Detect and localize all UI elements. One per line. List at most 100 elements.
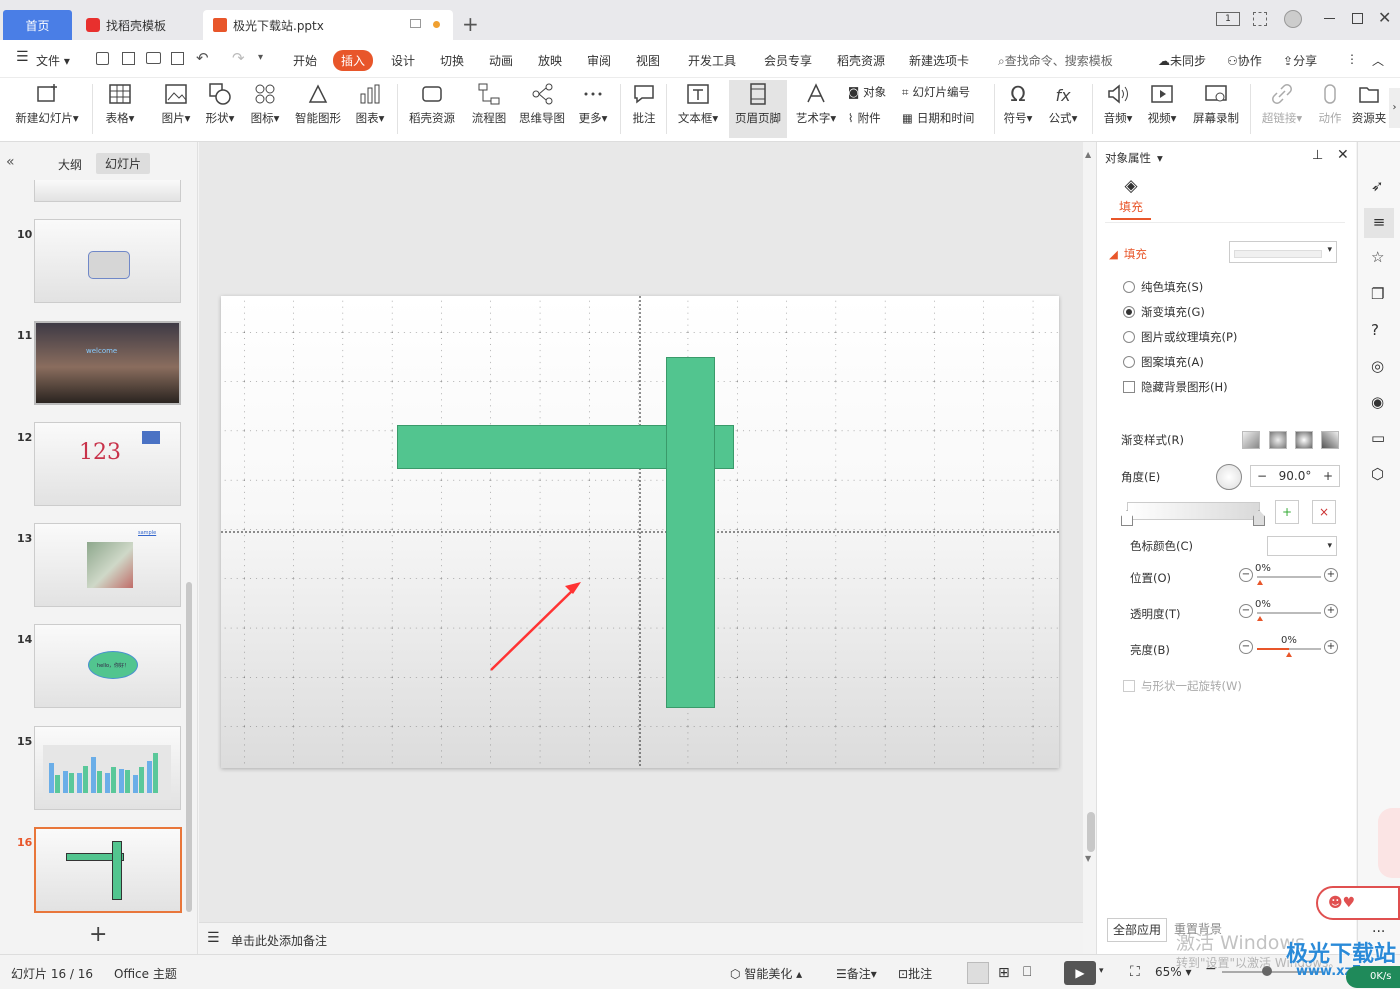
quick-access-dropdown[interactable]: ▾ <box>258 52 263 63</box>
slide-canvas[interactable] <box>221 296 1059 768</box>
more-button[interactable]: 更多▾ <box>576 80 610 126</box>
picture-button[interactable]: 图片▾ <box>158 80 194 126</box>
new-slide-button[interactable]: 新建幻灯片▾ <box>12 80 82 126</box>
normal-view-button[interactable] <box>967 962 989 984</box>
notes-toggle[interactable]: ☰备注▾ <box>836 965 877 982</box>
search-box[interactable]: ⌕查找命令、搜索模板 <box>998 52 1113 69</box>
object-button[interactable]: ◙ 对象 <box>848 84 886 100</box>
header-footer-button[interactable]: 页眉页脚 <box>729 80 787 138</box>
sorter-view-icon[interactable]: ⊞ <box>998 965 1010 981</box>
docer-resource-button[interactable]: 稻壳资源 <box>406 80 458 126</box>
shape-button[interactable]: 形状▾ <box>202 80 238 126</box>
star-icon[interactable]: ☆ <box>1371 248 1384 266</box>
menu-insert[interactable]: 插入 <box>333 50 374 71</box>
monitor-icon[interactable] <box>410 19 421 28</box>
mindmap-button[interactable]: 思维导图 <box>517 80 567 126</box>
chart-button[interactable]: 图表▾ <box>352 80 388 126</box>
slide-thumb-11[interactable]: welcome <box>34 321 181 405</box>
copy-icon[interactable]: ❐ <box>1371 285 1384 303</box>
gradient-fill-radio[interactable]: 渐变填充(G) <box>1123 304 1205 320</box>
stop-color-dropdown[interactable]: ▾ <box>1267 536 1337 556</box>
flowchart-button[interactable]: 流程图 <box>470 80 508 126</box>
tab-outline[interactable]: 大纲 <box>58 156 82 173</box>
tab-file[interactable]: 极光下载站.pptx <box>203 10 453 40</box>
help-icon[interactable]: ? <box>1371 321 1379 339</box>
settings-sliders-icon[interactable]: ≡ <box>1364 208 1394 238</box>
attachment-button[interactable]: ⌇ 附件 <box>848 110 881 126</box>
compass-icon[interactable]: ◉ <box>1371 393 1384 411</box>
angle-dial[interactable] <box>1216 464 1242 490</box>
cube-icon[interactable]: ⬡ <box>1371 465 1384 483</box>
action-button[interactable]: 动作 <box>1314 80 1346 126</box>
fill-section-header[interactable]: ◢ 填充 <box>1109 246 1147 262</box>
sync-status[interactable]: ☁未同步 <box>1158 52 1206 69</box>
menu-developer[interactable]: 开发工具 <box>688 52 736 69</box>
comment-button[interactable]: 批注 <box>628 80 660 126</box>
menu-review[interactable]: 审阅 <box>587 52 611 69</box>
slide-thumb-partial[interactable] <box>34 180 181 202</box>
play-button[interactable]: ▶ <box>1064 961 1096 985</box>
more-menu-icon[interactable]: ⋮ <box>1346 52 1358 66</box>
brightness-slider[interactable]: − 0% + <box>1239 635 1339 658</box>
vertical-bar-shape[interactable] <box>666 357 715 708</box>
solid-fill-radio[interactable]: 纯色填充(S) <box>1123 279 1203 295</box>
collab-button[interactable]: ⚇协作 <box>1227 52 1262 69</box>
fill-tab[interactable]: ◈ 填充 <box>1111 176 1151 220</box>
menu-start[interactable]: 开始 <box>293 52 317 69</box>
position-slider[interactable]: − 0% + <box>1239 563 1339 586</box>
redo-icon[interactable]: ↷ <box>232 49 245 67</box>
slide-thumb-12[interactable]: 123 <box>34 422 181 506</box>
pin-icon[interactable]: ⊥ <box>1312 148 1323 163</box>
wordart-button[interactable]: 艺术字▾ <box>792 80 840 126</box>
grid-icon[interactable] <box>1253 12 1267 26</box>
mascot-bubble[interactable]: ☻♥ <box>1316 886 1400 920</box>
gradient-style-rect[interactable] <box>1295 431 1313 449</box>
rotate-with-shape-checkbox[interactable]: 与形状一起旋转(W) <box>1123 678 1242 694</box>
hamburger-icon[interactable]: ☰ <box>16 49 29 65</box>
angle-stepper[interactable]: −90.0° + <box>1250 465 1340 487</box>
video-button[interactable]: 视频▾ <box>1143 80 1181 126</box>
file-menu[interactable]: 文件 ▾ <box>36 52 70 69</box>
table-button[interactable]: 表格▾ <box>102 80 138 126</box>
panel-title[interactable]: 对象属性 ▾ <box>1105 150 1163 166</box>
menu-transition[interactable]: 切换 <box>440 52 464 69</box>
ribbon-scroll-right[interactable]: › <box>1389 88 1400 128</box>
mascot-avatar[interactable] <box>1378 808 1400 878</box>
gradient-style-radial[interactable] <box>1269 431 1287 449</box>
robot-icon[interactable]: ◎ <box>1371 357 1384 375</box>
beautify-button[interactable]: ⬡ 智能美化 ▴ <box>730 965 802 982</box>
picture-fill-radio[interactable]: 图片或纹理填充(P) <box>1123 329 1237 345</box>
menu-animation[interactable]: 动画 <box>489 52 513 69</box>
new-tab-button[interactable]: + <box>462 12 479 36</box>
print-icon[interactable] <box>146 52 161 64</box>
tab-template[interactable]: 找稻壳模板 <box>76 10 200 40</box>
menu-docer[interactable]: 稻壳资源 <box>837 52 885 69</box>
minimize-button[interactable] <box>1324 18 1335 19</box>
datetime-button[interactable]: ▦ 日期和时间 <box>902 110 974 126</box>
menu-slideshow[interactable]: 放映 <box>538 52 562 69</box>
menu-member[interactable]: 会员专享 <box>764 52 812 69</box>
smart-shape-button[interactable]: 智能图形 <box>292 80 344 126</box>
symbol-button[interactable]: Ω 符号▾ <box>1000 80 1036 126</box>
slide-thumb-13[interactable]: sample <box>34 523 181 607</box>
book-icon[interactable]: ▭ <box>1371 429 1385 447</box>
add-slide-button[interactable]: + <box>89 922 107 947</box>
screen-record-button[interactable]: 屏幕录制 <box>1190 80 1242 126</box>
play-dropdown-icon[interactable]: ▾ <box>1099 966 1104 976</box>
apply-all-button[interactable]: 全部应用 <box>1107 918 1167 942</box>
slide-thumb-15[interactable] <box>34 726 181 810</box>
preview-icon[interactable] <box>171 52 184 65</box>
slide-thumb-14[interactable]: hello，你好！ <box>34 624 181 708</box>
hyperlink-button[interactable]: 超链接▾ <box>1258 80 1306 126</box>
textbox-button[interactable]: 文本框▾ <box>675 80 721 126</box>
save-icon[interactable] <box>96 52 109 65</box>
formula-button[interactable]: fx 公式▾ <box>1044 80 1082 126</box>
resource-folder-button[interactable]: 资源夹 <box>1351 80 1387 126</box>
menu-design[interactable]: 设计 <box>391 52 415 69</box>
remove-stop-icon[interactable]: × <box>1312 500 1336 524</box>
slide-thumb-16[interactable] <box>34 827 182 913</box>
collapse-ribbon-icon[interactable]: ︿ <box>1372 52 1384 69</box>
gradient-stops-bar[interactable] <box>1127 502 1260 520</box>
icon-button[interactable]: 图标▾ <box>247 80 283 126</box>
undo-icon[interactable]: ↶ <box>196 49 209 67</box>
